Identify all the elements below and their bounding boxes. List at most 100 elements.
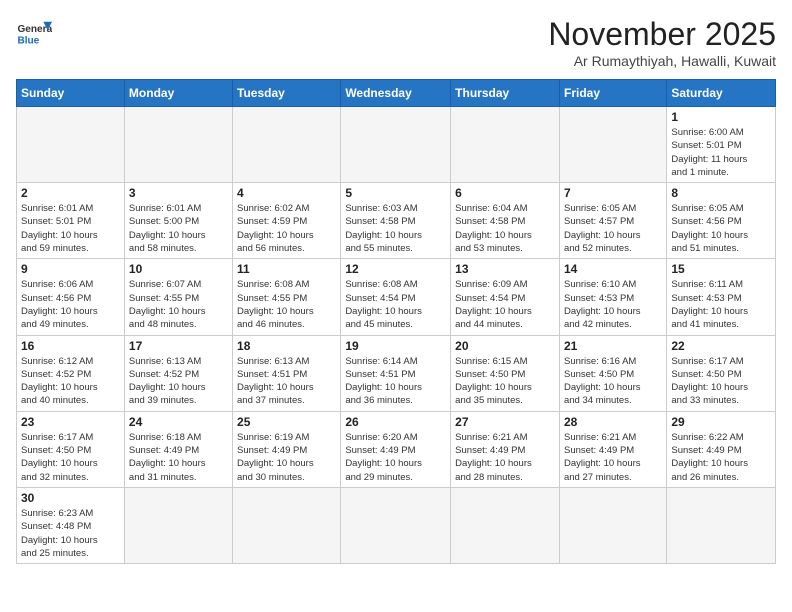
day-header-tuesday: Tuesday (233, 80, 341, 107)
day-cell (667, 487, 776, 563)
day-number: 20 (455, 339, 555, 353)
day-header-row: SundayMondayTuesdayWednesdayThursdayFrid… (17, 80, 776, 107)
day-cell: 25 Sunrise: 6:19 AM Sunset: 4:49 PM Dayli… (233, 411, 341, 487)
day-info: Sunrise: 6:03 AM Sunset: 4:58 PM Dayligh… (345, 202, 446, 255)
day-info: Sunrise: 6:05 AM Sunset: 4:57 PM Dayligh… (564, 202, 662, 255)
logo-svg: General Blue (16, 16, 52, 52)
day-cell: 16 Sunrise: 6:12 AM Sunset: 4:52 PM Dayli… (17, 335, 125, 411)
day-cell: 10Sunrise: 6:07 AM Sunset: 4:55 PM Dayli… (124, 259, 232, 335)
day-cell: 15Sunrise: 6:11 AM Sunset: 4:53 PM Dayli… (667, 259, 776, 335)
day-number: 22 (671, 339, 771, 353)
day-cell: 24 Sunrise: 6:18 AM Sunset: 4:49 PM Dayli… (124, 411, 232, 487)
day-info: Sunrise: 6:22 AM Sunset: 4:49 PM Dayligh… (671, 431, 771, 484)
day-cell: 13Sunrise: 6:09 AM Sunset: 4:54 PM Dayli… (451, 259, 560, 335)
day-header-friday: Friday (559, 80, 666, 107)
day-info: Sunrise: 6:14 AM Sunset: 4:51 PM Dayligh… (345, 355, 446, 408)
day-info: Sunrise: 6:23 AM Sunset: 4:48 PM Dayligh… (21, 507, 120, 560)
day-cell: 18 Sunrise: 6:13 AM Sunset: 4:51 PM Dayli… (233, 335, 341, 411)
day-info: Sunrise: 6:01 AM Sunset: 5:01 PM Dayligh… (21, 202, 120, 255)
day-info: Sunrise: 6:21 AM Sunset: 4:49 PM Dayligh… (564, 431, 662, 484)
day-cell: 4 Sunrise: 6:02 AM Sunset: 4:59 PM Daylig… (233, 183, 341, 259)
day-cell: 22 Sunrise: 6:17 AM Sunset: 4:50 PM Dayli… (667, 335, 776, 411)
day-info: Sunrise: 6:19 AM Sunset: 4:49 PM Dayligh… (237, 431, 336, 484)
day-info: Sunrise: 6:13 AM Sunset: 4:52 PM Dayligh… (129, 355, 228, 408)
day-number: 4 (237, 186, 336, 200)
day-number: 13 (455, 262, 555, 276)
day-number: 6 (455, 186, 555, 200)
day-number: 21 (564, 339, 662, 353)
day-cell: 28 Sunrise: 6:21 AM Sunset: 4:49 PM Dayli… (559, 411, 666, 487)
day-cell (341, 107, 451, 183)
day-info: Sunrise: 6:20 AM Sunset: 4:49 PM Dayligh… (345, 431, 446, 484)
day-number: 17 (129, 339, 228, 353)
day-cell: 30 Sunrise: 6:23 AM Sunset: 4:48 PM Dayli… (17, 487, 125, 563)
week-row-1: 1 Sunrise: 6:00 AM Sunset: 5:01 PM Daylig… (17, 107, 776, 183)
day-info: Sunrise: 6:17 AM Sunset: 4:50 PM Dayligh… (671, 355, 771, 408)
calendar: SundayMondayTuesdayWednesdayThursdayFrid… (16, 79, 776, 564)
day-info: Sunrise: 6:04 AM Sunset: 4:58 PM Dayligh… (455, 202, 555, 255)
month-title: November 2025 (548, 16, 776, 53)
day-number: 7 (564, 186, 662, 200)
day-cell (17, 107, 125, 183)
day-header-thursday: Thursday (451, 80, 560, 107)
day-info: Sunrise: 6:05 AM Sunset: 4:56 PM Dayligh… (671, 202, 771, 255)
day-header-wednesday: Wednesday (341, 80, 451, 107)
day-info: Sunrise: 6:12 AM Sunset: 4:52 PM Dayligh… (21, 355, 120, 408)
day-cell (233, 487, 341, 563)
day-number: 3 (129, 186, 228, 200)
day-number: 27 (455, 415, 555, 429)
title-area: November 2025 Ar Rumaythiyah, Hawalli, K… (548, 16, 776, 69)
day-number: 26 (345, 415, 446, 429)
day-info: Sunrise: 6:08 AM Sunset: 4:55 PM Dayligh… (237, 278, 336, 331)
day-cell: 2Sunrise: 6:01 AM Sunset: 5:01 PM Daylig… (17, 183, 125, 259)
day-number: 11 (237, 262, 336, 276)
day-cell: 3 Sunrise: 6:01 AM Sunset: 5:00 PM Daylig… (124, 183, 232, 259)
day-info: Sunrise: 6:17 AM Sunset: 4:50 PM Dayligh… (21, 431, 120, 484)
day-info: Sunrise: 6:08 AM Sunset: 4:54 PM Dayligh… (345, 278, 446, 331)
day-cell (559, 487, 666, 563)
day-info: Sunrise: 6:06 AM Sunset: 4:56 PM Dayligh… (21, 278, 120, 331)
header: General Blue November 2025 Ar Rumaythiya… (16, 16, 776, 69)
day-cell: 5 Sunrise: 6:03 AM Sunset: 4:58 PM Daylig… (341, 183, 451, 259)
day-number: 25 (237, 415, 336, 429)
day-number: 5 (345, 186, 446, 200)
day-number: 18 (237, 339, 336, 353)
svg-text:Blue: Blue (17, 35, 39, 46)
day-cell: 26 Sunrise: 6:20 AM Sunset: 4:49 PM Dayli… (341, 411, 451, 487)
day-cell: 1 Sunrise: 6:00 AM Sunset: 5:01 PM Daylig… (667, 107, 776, 183)
day-number: 14 (564, 262, 662, 276)
day-cell: 12Sunrise: 6:08 AM Sunset: 4:54 PM Dayli… (341, 259, 451, 335)
day-info: Sunrise: 6:01 AM Sunset: 5:00 PM Dayligh… (129, 202, 228, 255)
day-header-monday: Monday (124, 80, 232, 107)
day-info: Sunrise: 6:13 AM Sunset: 4:51 PM Dayligh… (237, 355, 336, 408)
day-info: Sunrise: 6:02 AM Sunset: 4:59 PM Dayligh… (237, 202, 336, 255)
day-number: 28 (564, 415, 662, 429)
day-info: Sunrise: 6:15 AM Sunset: 4:50 PM Dayligh… (455, 355, 555, 408)
day-number: 19 (345, 339, 446, 353)
day-number: 24 (129, 415, 228, 429)
day-number: 16 (21, 339, 120, 353)
day-number: 9 (21, 262, 120, 276)
day-cell: 29Sunrise: 6:22 AM Sunset: 4:49 PM Dayli… (667, 411, 776, 487)
day-info: Sunrise: 6:16 AM Sunset: 4:50 PM Dayligh… (564, 355, 662, 408)
day-header-saturday: Saturday (667, 80, 776, 107)
day-cell (559, 107, 666, 183)
day-info: Sunrise: 6:11 AM Sunset: 4:53 PM Dayligh… (671, 278, 771, 331)
day-number: 23 (21, 415, 120, 429)
day-info: Sunrise: 6:18 AM Sunset: 4:49 PM Dayligh… (129, 431, 228, 484)
day-number: 1 (671, 110, 771, 124)
day-info: Sunrise: 6:10 AM Sunset: 4:53 PM Dayligh… (564, 278, 662, 331)
day-cell: 9 Sunrise: 6:06 AM Sunset: 4:56 PM Daylig… (17, 259, 125, 335)
day-cell (451, 487, 560, 563)
day-cell: 21 Sunrise: 6:16 AM Sunset: 4:50 PM Dayli… (559, 335, 666, 411)
day-cell (124, 487, 232, 563)
day-info: Sunrise: 6:07 AM Sunset: 4:55 PM Dayligh… (129, 278, 228, 331)
day-cell: 23 Sunrise: 6:17 AM Sunset: 4:50 PM Dayli… (17, 411, 125, 487)
day-number: 30 (21, 491, 120, 505)
day-cell: 27Sunrise: 6:21 AM Sunset: 4:49 PM Dayli… (451, 411, 560, 487)
day-header-sunday: Sunday (17, 80, 125, 107)
day-cell: 20 Sunrise: 6:15 AM Sunset: 4:50 PM Dayli… (451, 335, 560, 411)
day-cell: 6 Sunrise: 6:04 AM Sunset: 4:58 PM Daylig… (451, 183, 560, 259)
day-info: Sunrise: 6:00 AM Sunset: 5:01 PM Dayligh… (671, 126, 771, 179)
week-row-6: 30 Sunrise: 6:23 AM Sunset: 4:48 PM Dayli… (17, 487, 776, 563)
